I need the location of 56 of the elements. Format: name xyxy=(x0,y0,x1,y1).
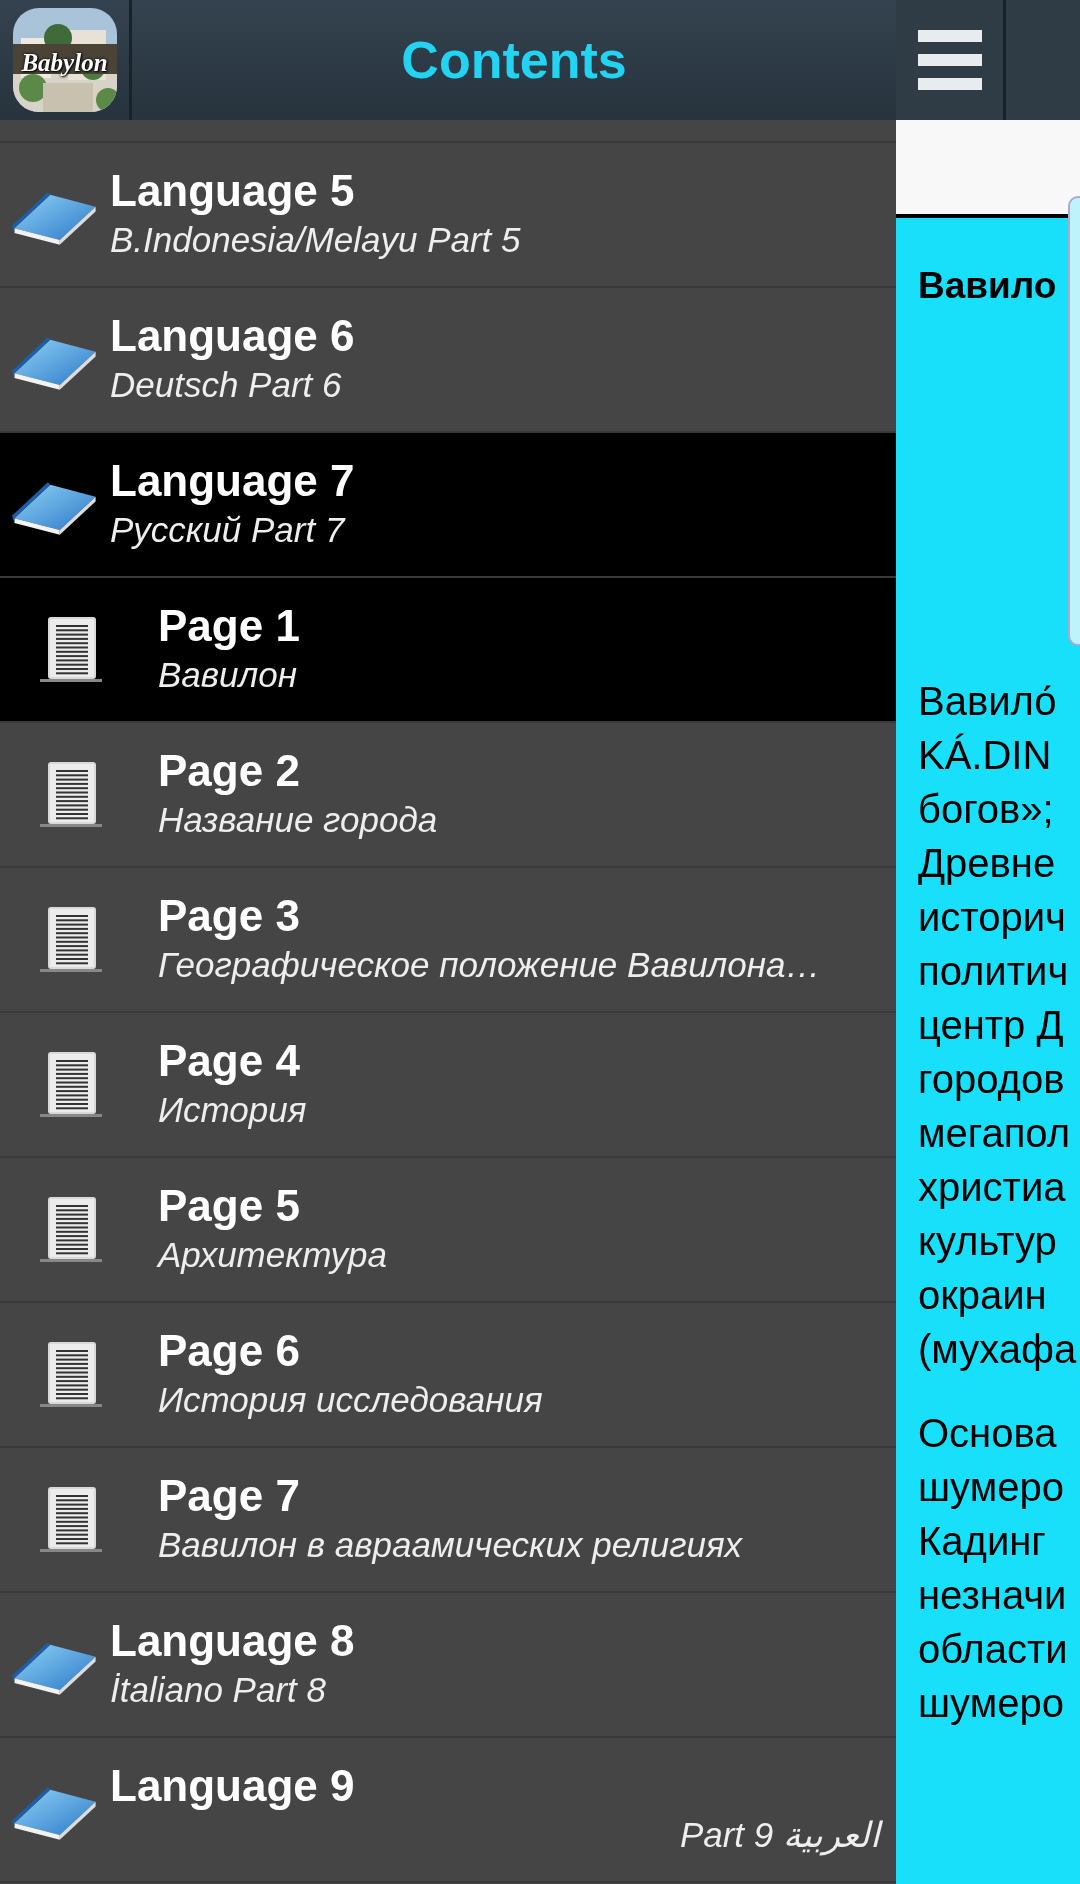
item-subtitle: Географическое положение Вавилона… xyxy=(158,945,821,985)
document-icon xyxy=(40,761,102,828)
item-title: Page 2 xyxy=(158,746,301,798)
item-title: Page 3 xyxy=(158,891,301,943)
item-title: Page 6 xyxy=(158,1326,301,1378)
item-title: Page 1 xyxy=(158,601,301,653)
toc-item[interactable]: Language 7 Русский Part 7 xyxy=(0,433,896,578)
item-subtitle: История xyxy=(158,1090,307,1130)
content-text-line: области xyxy=(918,1625,1069,1673)
document-icon xyxy=(40,1341,102,1408)
document-icon xyxy=(40,1486,102,1553)
content-text-line: городов xyxy=(918,1055,1066,1103)
item-subtitle: История исследования xyxy=(158,1380,543,1420)
content-text-line: Кадинг xyxy=(918,1517,1047,1565)
content-heading: Вавило xyxy=(918,264,1058,308)
document-icon xyxy=(40,1051,102,1118)
content-text-line: политич xyxy=(918,947,1070,995)
content-text-line: христиа xyxy=(918,1163,1067,1211)
item-title: Language 8 xyxy=(110,1616,356,1668)
content-text-line: Вавило́ xyxy=(918,677,1058,725)
item-subtitle: Название города xyxy=(158,800,438,840)
toc-item[interactable]: Page 1 Вавилон xyxy=(0,578,896,723)
item-subtitle: Deutsch Part 6 xyxy=(110,365,342,405)
logo-text: Babylon xyxy=(20,48,109,78)
document-icon xyxy=(40,616,102,683)
item-subtitle: İtaliano Part 8 xyxy=(110,1670,326,1710)
document-icon xyxy=(40,906,102,973)
content-text-line: KÁ.DIN xyxy=(918,731,1053,779)
content-text-line: центр Д xyxy=(918,1001,1065,1049)
content-text-line: Основа xyxy=(918,1409,1058,1457)
item-subtitle: Вавилон xyxy=(158,655,297,695)
item-title: Page 5 xyxy=(158,1181,301,1233)
item-title: Language 6 xyxy=(110,311,356,363)
content-text-line: богов»; xyxy=(918,785,1055,833)
item-subtitle: Русский Part 7 xyxy=(110,510,345,550)
item-title: Page 4 xyxy=(158,1036,301,1088)
screen-title: Contents xyxy=(401,31,627,89)
content-text-line: окраин xyxy=(918,1271,1048,1319)
item-title: Language 5 xyxy=(110,166,356,218)
item-subtitle: B.Indonesia/Melayu Part 5 xyxy=(110,220,521,260)
content-text-line: шумеро xyxy=(918,1463,1065,1511)
item-title: Page 7 xyxy=(158,1471,301,1523)
content-text-line: Древне xyxy=(918,839,1057,887)
item-subtitle: Вавилон в авраамических религиях xyxy=(158,1525,743,1565)
content-text-line: культур xyxy=(918,1217,1058,1265)
document-icon xyxy=(40,1196,102,1263)
item-subtitle: Архитектура xyxy=(158,1235,387,1275)
content-text-line: историч xyxy=(918,893,1067,941)
menu-icon xyxy=(917,30,982,90)
content-text-line: незначи xyxy=(918,1571,1068,1619)
content-text-line: мегапол xyxy=(918,1109,1072,1157)
item-title: Language 7 xyxy=(110,456,356,508)
app-logo[interactable]: Babylon xyxy=(12,8,117,112)
item-title: Language 9 xyxy=(110,1761,356,1813)
content-text-line: (мухафа xyxy=(918,1325,1078,1373)
content-text-line: шумеро xyxy=(918,1679,1065,1727)
